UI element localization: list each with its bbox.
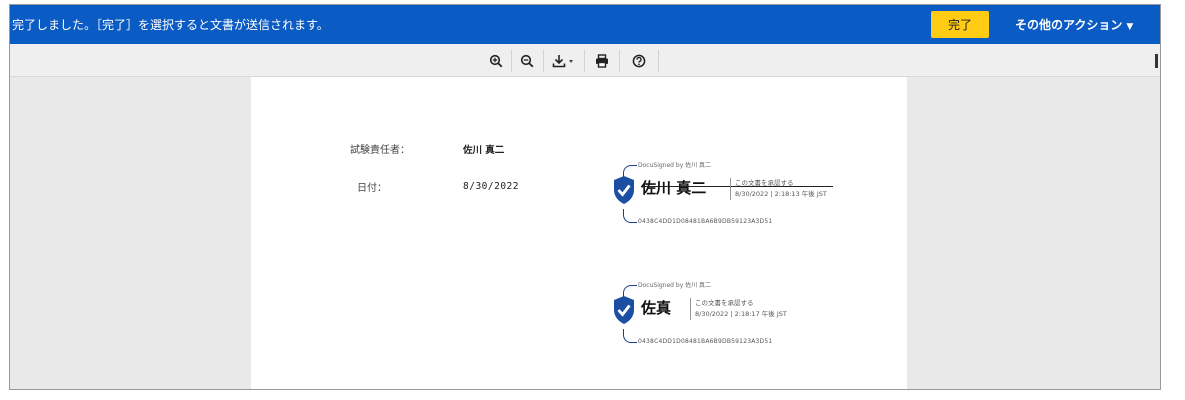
signature-details: この文書を承認する 8/30/2022 | 2:18:17 午後 JST — [690, 298, 787, 320]
signing-window: 完了しました。［完了］を選択すると文書が送信されます。 完了 その他のアクション… — [9, 4, 1161, 390]
signature-hash: 0438C4DD1D08481BA6B9DB59123A3D51 — [638, 218, 773, 225]
toolbar-divider — [511, 50, 512, 72]
field-label-date: 日付： — [357, 183, 387, 194]
caret-down-icon: ▼ — [1126, 22, 1134, 32]
signature-timestamp: 8/30/2022 | 2:18:17 午後 JST — [695, 310, 787, 318]
approval-text: この文書を承認する — [695, 299, 754, 307]
signature-name: 佐真 — [641, 299, 672, 317]
signature-hash: 0438C4DD1D08481BA6B9DB59123A3D51 — [638, 338, 773, 345]
signature-bracket-bottom — [623, 209, 637, 223]
signature-timestamp: 8/30/2022 | 2:18:13 午後 JST — [735, 190, 827, 198]
signature-block: DocuSigned by 佐川 真二 佐真 この文書を承認する 8/30/20… — [614, 282, 883, 353]
toolbar-divider — [543, 50, 544, 72]
download-icon — [552, 54, 573, 67]
toolbar-divider — [584, 50, 585, 72]
document-toolbar — [10, 44, 1160, 77]
signature-name: 佐川 真二 — [641, 179, 707, 197]
field-value-date: 8/30/2022 — [463, 181, 519, 192]
print-icon — [596, 53, 608, 68]
signature-details: この文書を承認する 8/30/2022 | 2:18:13 午後 JST — [730, 178, 827, 200]
docusigned-by-label: DocuSigned by 佐川 真二 — [638, 282, 712, 289]
field-label-responsible: 試験責任者： — [350, 145, 410, 156]
done-button[interactable]: 完了 — [931, 11, 989, 38]
signature-bracket-bottom — [623, 329, 637, 343]
more-actions-label: その他のアクション — [1015, 18, 1123, 32]
banner-message: 完了しました。［完了］を選択すると文書が送信されます。 — [12, 18, 329, 32]
help-icon — [632, 54, 646, 67]
completion-banner: 完了しました。［完了］を選択すると文書が送信されます。 完了 その他のアクション… — [10, 5, 1160, 44]
toolbar-divider — [619, 50, 620, 72]
document-page: 試験責任者： 佐川 真二 日付： 8/30/2022 DocuSigned by… — [251, 77, 907, 389]
field-value-responsible: 佐川 真二 — [463, 145, 505, 156]
verified-shield-icon — [614, 296, 634, 324]
panel-toggle-icon[interactable] — [1155, 54, 1158, 68]
download-button[interactable] — [548, 48, 580, 73]
zoom-in-button[interactable] — [484, 48, 508, 73]
verified-shield-icon — [614, 176, 634, 204]
zoom-out-button[interactable] — [515, 48, 539, 73]
signature-block: DocuSigned by 佐川 真二 佐川 真二 この文書を承認する 8/30… — [614, 162, 883, 233]
docusigned-by-label: DocuSigned by 佐川 真二 — [638, 162, 712, 169]
zoom-in-icon — [489, 54, 503, 67]
print-button[interactable] — [590, 48, 614, 73]
zoom-out-icon — [520, 54, 534, 67]
more-actions-menu[interactable]: その他のアクション ▼ — [1015, 16, 1133, 33]
help-button[interactable] — [627, 48, 651, 73]
approval-text: この文書を承認する — [735, 179, 794, 187]
toolbar-divider — [658, 50, 659, 72]
